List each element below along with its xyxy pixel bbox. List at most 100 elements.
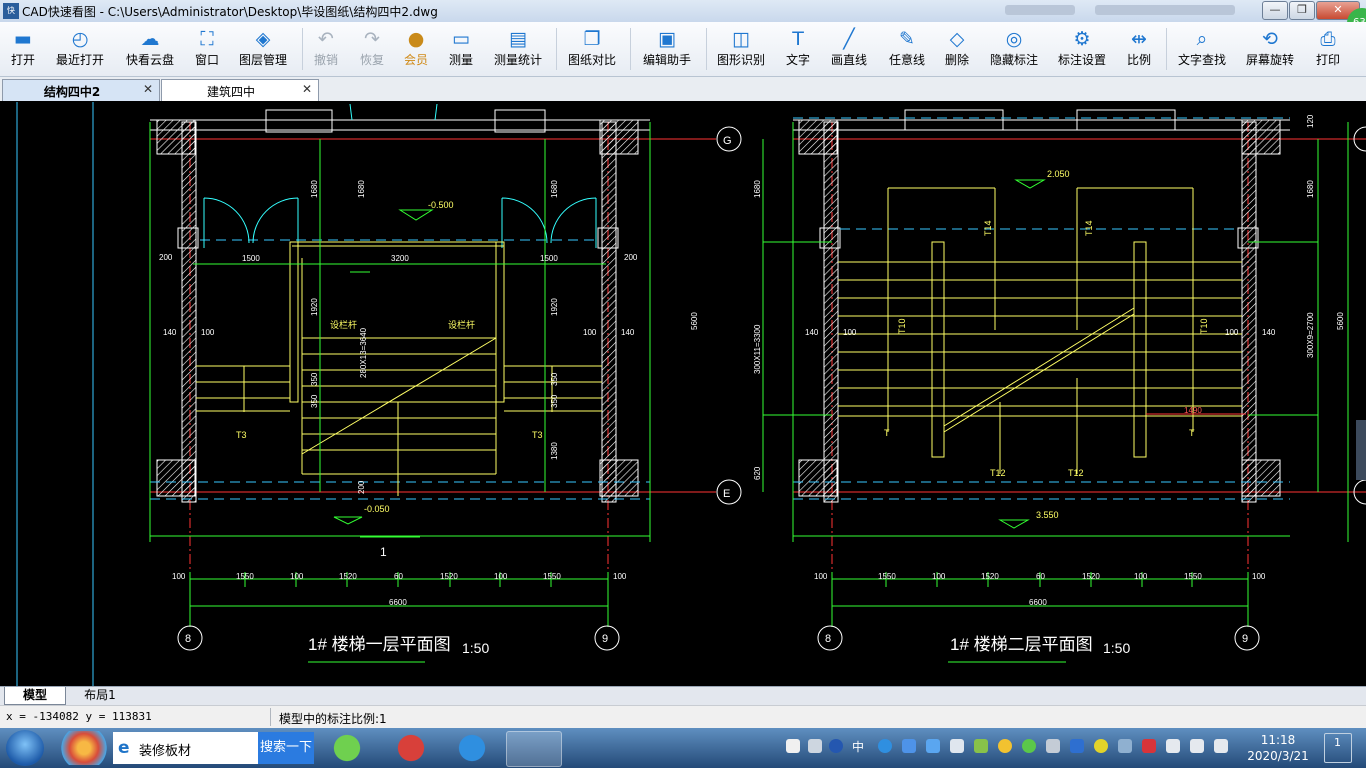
dim-text: 100	[583, 328, 597, 337]
annotation-settings-button[interactable]: ⚙ 标注设置	[1054, 26, 1110, 72]
measure-stats-button[interactable]: ▤ 测量统计	[490, 26, 546, 72]
tray-app-icon[interactable]	[926, 739, 940, 753]
compare-icon: ❐	[583, 28, 601, 50]
layer-manager-button[interactable]: ◈ 图层管理	[235, 26, 291, 72]
dim-text: 100	[814, 572, 828, 581]
dim-text: 1380	[550, 442, 559, 460]
dim-text: 60	[1036, 572, 1045, 581]
hide-annotation-button[interactable]: ◎ 隐藏标注	[986, 26, 1042, 72]
dim-text: 1680	[310, 180, 319, 198]
print-button[interactable]: ⎙ 打印	[1311, 26, 1345, 72]
undo-button[interactable]: ↶ 撤销	[309, 26, 343, 72]
elevation-top: 2.050	[1047, 169, 1070, 179]
language-indicator[interactable]: 中	[852, 738, 864, 755]
stair-dim-text: 280X13=3640	[359, 327, 368, 378]
toolbar-separator	[1166, 28, 1167, 70]
dim-text: 140	[163, 328, 177, 337]
window-title: CAD快速看图 - C:\Users\Administrator\Desktop…	[22, 5, 438, 19]
side-panel-toggle[interactable]	[1356, 420, 1366, 480]
drawing-canvas[interactable]: G E 8 9 1# 楼梯一层平面图 1:50 1 -0.500 -0.050 …	[0, 102, 1366, 686]
tray-app-icon[interactable]	[1046, 739, 1060, 753]
draw-line-button[interactable]: ╱ 画直线	[826, 26, 872, 72]
volume-mute-icon[interactable]	[1190, 739, 1204, 753]
cloud-drive-button[interactable]: ☁ 快看云盘	[122, 26, 178, 72]
shape-recognize-icon: ◫	[732, 28, 750, 50]
tab-layout1[interactable]: 布局1	[70, 687, 130, 704]
tray-app-icon[interactable]	[1118, 739, 1132, 753]
tray-app-icon[interactable]	[998, 739, 1012, 753]
shape-recognize-button[interactable]: ◫ 图形识别	[713, 26, 769, 72]
compare-drawings-button[interactable]: ❐ 图纸对比	[564, 26, 620, 72]
dim-total: 6600	[1029, 598, 1047, 607]
dim-text: 1520	[440, 572, 458, 581]
freehand-line-button[interactable]: ✎ 任意线	[884, 26, 930, 72]
bluetooth-icon[interactable]	[1070, 739, 1084, 753]
game-app-icon[interactable]	[384, 731, 438, 765]
vip-icon: ●	[407, 28, 425, 50]
tray-document-icon[interactable]	[786, 739, 800, 753]
axis-label-9: 9	[602, 633, 608, 645]
help-icon[interactable]	[829, 739, 843, 753]
keyboard-icon[interactable]	[808, 739, 822, 753]
system-clock[interactable]: 11:18 2020/3/21	[1240, 732, 1316, 764]
tray-app-icon[interactable]	[1142, 739, 1156, 753]
notification-center[interactable]: 1	[1324, 733, 1352, 763]
tray-app-icon[interactable]	[1094, 739, 1108, 753]
dim-text: 100	[932, 572, 946, 581]
start-button[interactable]	[6, 730, 44, 766]
right-plan-scale: 1:50	[1103, 640, 1130, 656]
redo-button[interactable]: ↷ 恢复	[355, 26, 389, 72]
dim-text: 100	[172, 572, 186, 581]
vip-button[interactable]: ● 会员	[399, 26, 433, 72]
text-app-icon[interactable]	[445, 731, 499, 765]
dim-text: 140	[805, 328, 819, 337]
dim-text: 200	[159, 253, 173, 262]
cad-app-icon[interactable]	[506, 731, 562, 767]
network-icon[interactable]	[1214, 739, 1228, 753]
folder-open-icon: ▬	[14, 28, 32, 50]
blurred-menu	[1095, 5, 1235, 15]
dim-text: 5600	[1336, 312, 1345, 330]
delete-button[interactable]: ◇ 删除	[940, 26, 974, 72]
stair-dim-text: 300X9=2700	[1306, 312, 1315, 358]
minimize-button[interactable]: —	[1262, 1, 1288, 20]
search-button[interactable]: 搜索一下	[258, 732, 314, 764]
tray-app-icon[interactable]	[878, 739, 892, 753]
cloud-icon: ☁	[140, 28, 160, 50]
flag-icon[interactable]	[950, 739, 964, 753]
rotate-screen-button[interactable]: ⟲ 屏幕旋转	[1242, 26, 1298, 72]
dim-text: 1680	[753, 180, 762, 198]
scale-button[interactable]: ⇹ 比例	[1122, 26, 1156, 72]
measure-button[interactable]: ▭ 测量	[444, 26, 478, 72]
browser-icon[interactable]	[320, 731, 374, 765]
tab-architecture-drawing[interactable]: 建筑四中 ✕	[161, 79, 319, 101]
tab-structure-drawing[interactable]: 结构四中2 ✕	[2, 79, 160, 101]
axis-label-9: 9	[1242, 633, 1248, 645]
tray-app-icon[interactable]	[1022, 739, 1036, 753]
status-divider	[270, 708, 271, 726]
tray-app-icon[interactable]	[974, 739, 988, 753]
recent-open-button[interactable]: ◴ 最近打开	[52, 26, 108, 72]
dim-text: 100	[290, 572, 304, 581]
tab-model[interactable]: 模型	[4, 687, 66, 705]
edit-assistant-button[interactable]: ▣ 编辑助手	[639, 26, 695, 72]
dim-text: 1520	[981, 572, 999, 581]
restore-button[interactable]: ❐	[1289, 1, 1315, 20]
layers-icon: ◈	[255, 28, 271, 50]
handrail-label-right: 设栏杆	[448, 319, 475, 330]
colorful-app-icon[interactable]	[57, 731, 111, 765]
volume-icon[interactable]	[1166, 739, 1180, 753]
text-search-button[interactable]: ⌕ 文字查找	[1174, 26, 1230, 72]
open-button[interactable]: ▬ 打开	[5, 26, 41, 72]
ruler-icon: ▭	[452, 28, 470, 50]
axis-label-8: 8	[185, 633, 191, 645]
close-icon[interactable]: ✕	[143, 82, 153, 96]
main-toolbar: ▬ 打开 ◴ 最近打开 ☁ 快看云盘 ⛶ 窗口 ◈ 图层管理 ↶ 撤销 ↷ 恢复 ● 会员 ▭ 测…	[0, 22, 1366, 77]
search-box[interactable]: e 装修板材	[113, 732, 258, 764]
shield-icon[interactable]	[902, 739, 916, 753]
close-icon[interactable]: ✕	[302, 82, 312, 96]
redo-icon: ↷	[364, 28, 380, 50]
window-button[interactable]: ⛶ 窗口	[190, 26, 224, 72]
text-button[interactable]: T 文字	[781, 26, 815, 72]
toolbar-separator	[556, 28, 557, 70]
